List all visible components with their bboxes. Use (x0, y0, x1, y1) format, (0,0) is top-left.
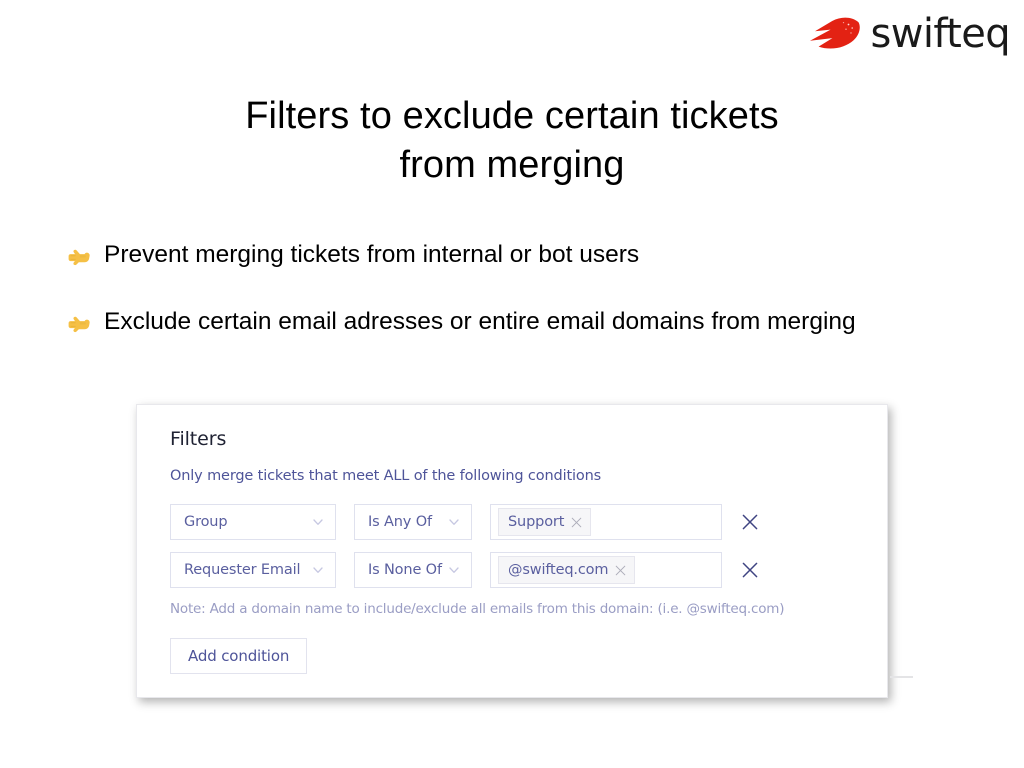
close-icon (742, 514, 758, 530)
list-item-label: Exclude certain email adresses or entire… (104, 308, 856, 335)
condition-operator-value: Is Any Of (368, 514, 432, 530)
value-tag-label: Support (508, 513, 565, 530)
filters-card-subtitle: Only merge tickets that meet ALL of the … (170, 468, 602, 484)
chevron-down-icon (313, 567, 323, 573)
condition-attribute-select[interactable]: Requester Email (170, 552, 336, 588)
remove-condition-button[interactable] (739, 559, 761, 581)
value-tag[interactable]: @swifteq.com (498, 556, 636, 584)
close-icon (742, 562, 758, 578)
add-condition-button[interactable]: Add condition (170, 638, 308, 674)
remove-condition-button[interactable] (739, 511, 761, 533)
chevron-down-icon (313, 519, 323, 525)
page-title: Filters to exclude certain tickets from … (0, 92, 1024, 190)
filters-card: Filters Only merge tickets that meet ALL… (136, 404, 888, 698)
condition-attribute-value: Requester Email (184, 562, 301, 578)
pointing-right-hand-icon (68, 249, 90, 266)
bullet-list: Prevent merging tickets from internal or… (66, 240, 966, 374)
close-icon[interactable] (571, 517, 582, 528)
list-item-label: Prevent merging tickets from internal or… (104, 241, 640, 268)
chevron-down-icon (449, 519, 459, 525)
condition-attribute-value: Group (184, 514, 228, 530)
brand-logo: swifteq (808, 11, 1011, 57)
page-title-line-1: Filters to exclude certain tickets (245, 95, 779, 137)
page-title-line-2: from merging (399, 144, 625, 186)
condition-attribute-select[interactable]: Group (170, 504, 336, 540)
list-item: Prevent merging tickets from internal or… (66, 240, 966, 270)
condition-operator-select[interactable]: Is None Of (354, 552, 472, 588)
value-tag-label: @swifteq.com (508, 561, 609, 578)
swifteq-comet-icon (810, 17, 861, 49)
pointing-right-hand-icon (68, 316, 90, 333)
close-icon[interactable] (615, 565, 626, 576)
divider (890, 676, 913, 678)
condition-values-input[interactable]: Support (490, 504, 722, 540)
filters-card-title: Filters (170, 428, 227, 450)
condition-operator-select[interactable]: Is Any Of (354, 504, 472, 540)
condition-row: Group Is Any Of Support (170, 504, 887, 540)
brand-name: swifteq (870, 11, 1010, 57)
condition-row: Requester Email Is None Of @swifteq.com (170, 552, 887, 588)
list-item: Exclude certain email adresses or entire… (66, 307, 966, 337)
condition-values-input[interactable]: @swifteq.com (490, 552, 722, 588)
value-tag[interactable]: Support (498, 508, 592, 536)
domain-note: Note: Add a domain name to include/exclu… (170, 601, 785, 617)
chevron-down-icon (449, 567, 459, 573)
condition-operator-value: Is None Of (368, 562, 442, 578)
